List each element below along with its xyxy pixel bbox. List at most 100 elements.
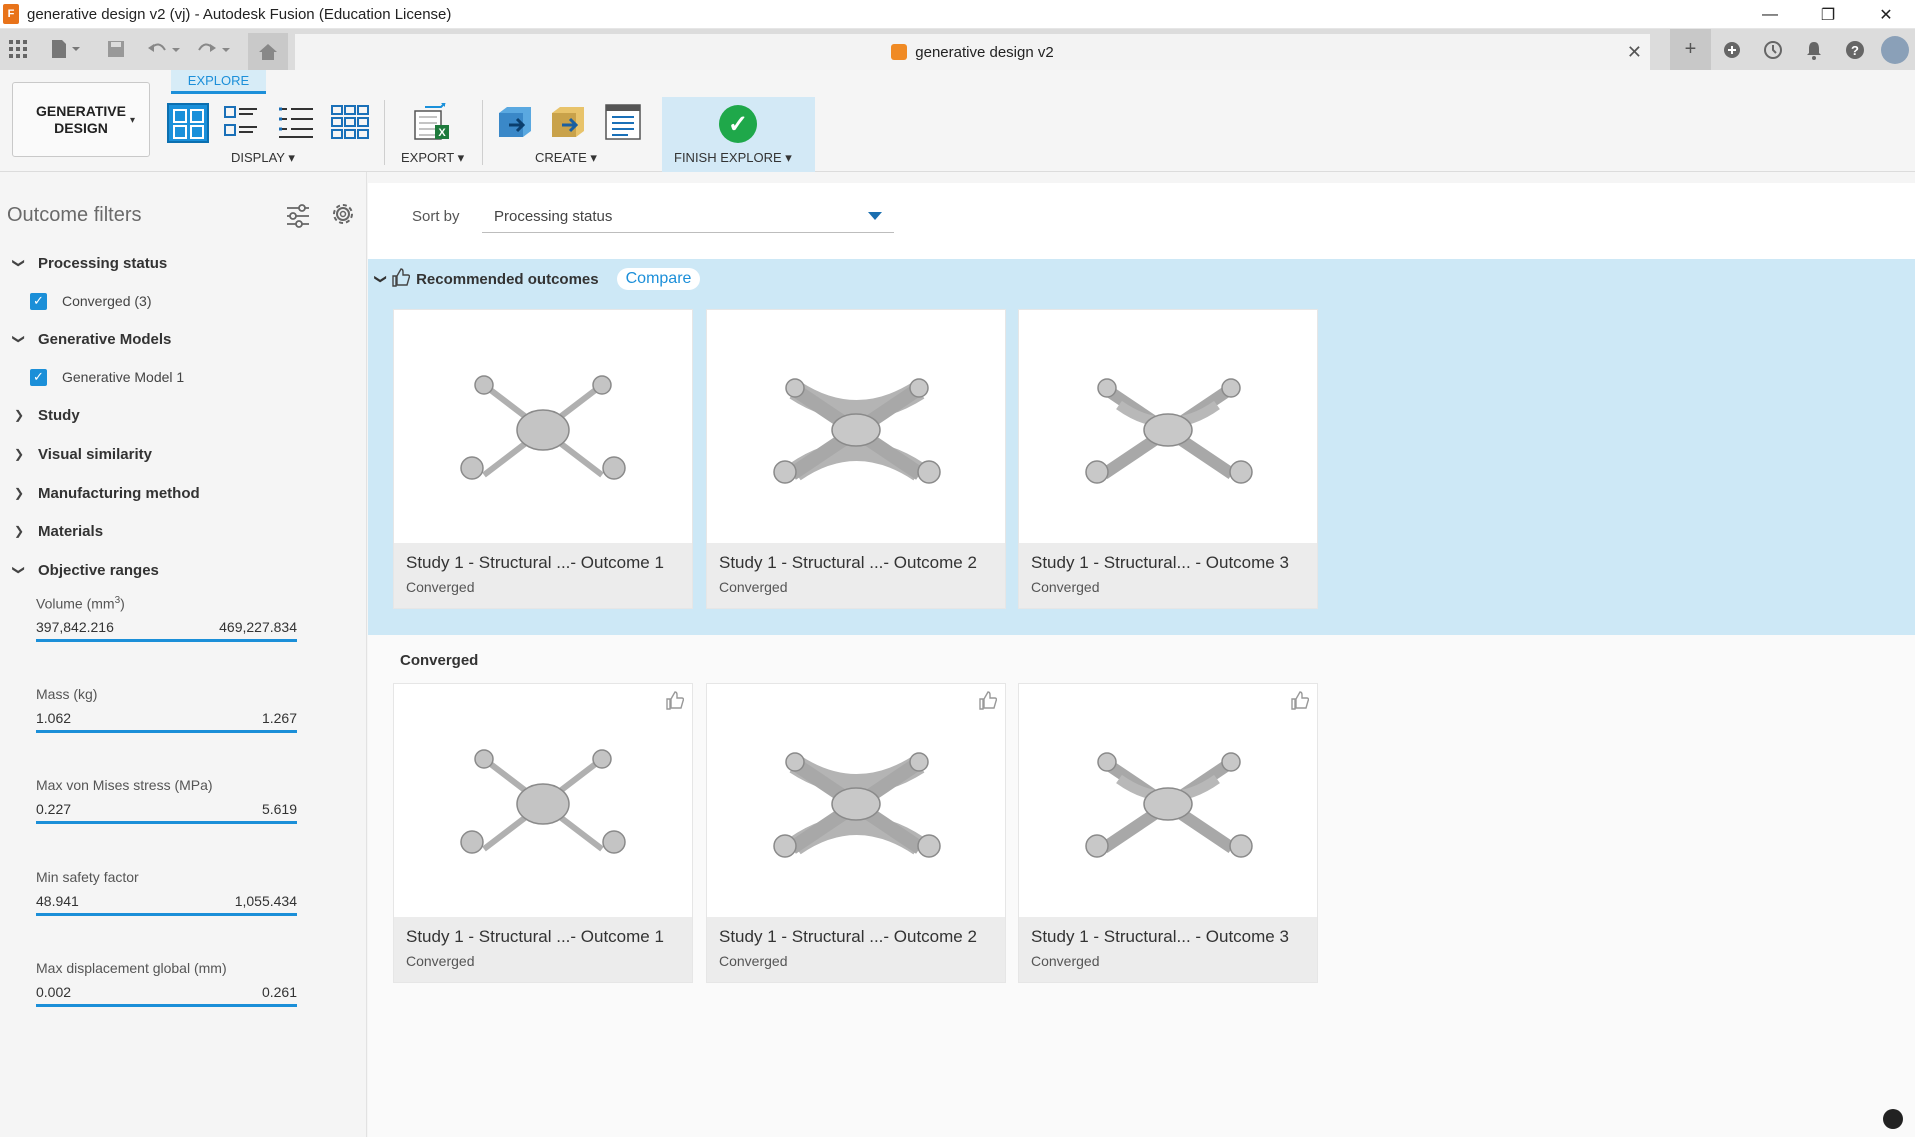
outcome-card[interactable]: Study 1 - Structural ...- Outcome 1 Conv… bbox=[393, 309, 693, 609]
range-slider[interactable] bbox=[36, 730, 297, 733]
sort-bar: Sort by Processing status bbox=[368, 183, 1915, 259]
workspace-label: GENERATIVE DESIGN bbox=[36, 102, 126, 136]
range-max-displacement[interactable]: Max displacement global (mm) 0.002 0.261 bbox=[36, 960, 297, 1030]
section-visual-similarity[interactable]: ❯ Visual similarity bbox=[12, 442, 152, 466]
recommended-outcomes-title: Recommended outcomes bbox=[416, 270, 599, 288]
user-avatar[interactable] bbox=[1881, 35, 1909, 64]
outcome-title: Study 1 - Structural ...- Outcome 1 bbox=[406, 927, 664, 946]
outcome-card[interactable]: Study 1 - Structural ...- Outcome 2 Conv… bbox=[706, 683, 1006, 983]
file-menu-icon[interactable] bbox=[48, 37, 84, 61]
range-min-input[interactable]: 1.062 bbox=[36, 710, 71, 726]
range-min-safety-factor[interactable]: Min safety factor 48.941 1,055.434 bbox=[36, 869, 297, 939]
converged-group-title: Converged bbox=[400, 652, 479, 669]
outcome-thumbnail bbox=[394, 684, 692, 917]
thumbs-up-icon[interactable] bbox=[979, 690, 998, 715]
range-slider[interactable] bbox=[36, 1004, 297, 1007]
chevron-down-icon[interactable]: ❯ bbox=[374, 274, 388, 284]
restore-button[interactable]: ❐ bbox=[1799, 0, 1857, 29]
outcome-card[interactable]: Study 1 - Structural... - Outcome 3 Conv… bbox=[1018, 683, 1318, 983]
range-max-input[interactable]: 5.619 bbox=[262, 801, 297, 817]
close-tab-button[interactable]: ✕ bbox=[1627, 42, 1642, 63]
chevron-down-icon: ❯ bbox=[12, 257, 26, 269]
help-icon[interactable]: ? bbox=[1834, 29, 1875, 70]
chevron-down-icon: ❯ bbox=[12, 564, 26, 576]
notifications-bell-icon[interactable] bbox=[1793, 29, 1834, 70]
list-view-icon[interactable] bbox=[275, 103, 317, 143]
thumbs-up-icon[interactable] bbox=[1291, 690, 1310, 715]
range-max-input[interactable]: 1.267 bbox=[262, 710, 297, 726]
section-study[interactable]: ❯ Study bbox=[12, 403, 80, 427]
range-max-input[interactable]: 1,055.434 bbox=[235, 893, 297, 909]
section-objective-ranges[interactable]: ❯ Objective ranges bbox=[12, 558, 159, 582]
feedback-icon[interactable] bbox=[1883, 1109, 1903, 1129]
chevron-right-icon: ❯ bbox=[13, 486, 25, 500]
outcome-status: Converged bbox=[406, 953, 475, 969]
range-max-von-mises-stress[interactable]: Max von Mises stress (MPa) 0.227 5.619 bbox=[36, 777, 297, 847]
section-generative-models[interactable]: ❯ Generative Models bbox=[12, 327, 171, 351]
toolbar-ribbon: GENERATIVE DESIGN ▾ EXPLORE DISPLAY ▾ X … bbox=[0, 70, 1915, 172]
outcome-card[interactable]: Study 1 - Structural ...- Outcome 1 Conv… bbox=[393, 683, 693, 983]
section-label: Visual similarity bbox=[38, 445, 152, 463]
create-report-icon[interactable] bbox=[602, 103, 644, 143]
home-icon[interactable] bbox=[248, 33, 288, 70]
range-min-input[interactable]: 0.227 bbox=[36, 801, 71, 817]
range-min-input[interactable]: 397,842.216 bbox=[36, 619, 114, 635]
ribbon-separator bbox=[482, 100, 483, 165]
checkbox-checked-icon: ✓ bbox=[30, 292, 47, 310]
sort-by-dropdown[interactable]: Processing status bbox=[482, 195, 894, 233]
fusion-logo-icon: F bbox=[3, 4, 19, 24]
workspace-switcher-button[interactable]: GENERATIVE DESIGN ▾ bbox=[12, 82, 150, 157]
create-mesh-from-outcome-icon[interactable] bbox=[548, 103, 590, 143]
app-grid-icon[interactable] bbox=[6, 37, 30, 61]
job-status-icon[interactable] bbox=[1752, 29, 1793, 70]
display-menu-label[interactable]: DISPLAY ▾ bbox=[231, 150, 295, 166]
sort-by-value: Processing status bbox=[494, 208, 613, 225]
range-min-input[interactable]: 48.941 bbox=[36, 893, 79, 909]
section-processing-status[interactable]: ❯ Processing status bbox=[12, 251, 167, 275]
thumbs-up-icon[interactable] bbox=[666, 690, 685, 715]
range-volume[interactable]: Volume (mm3) 397,842.216 469,227.834 bbox=[36, 595, 297, 665]
create-design-from-outcome-icon[interactable] bbox=[495, 103, 537, 143]
new-tab-icon[interactable]: + bbox=[1670, 29, 1711, 70]
range-label: Min safety factor bbox=[36, 869, 139, 885]
create-menu-label[interactable]: CREATE ▾ bbox=[535, 150, 597, 166]
outcome-thumbnail bbox=[1019, 684, 1317, 917]
thumbnail-properties-view-icon[interactable] bbox=[221, 103, 263, 143]
checkbox-label: Generative Model 1 bbox=[62, 369, 185, 385]
undo-icon[interactable] bbox=[146, 37, 182, 61]
range-mass[interactable]: Mass (kg) 1.062 1.267 bbox=[36, 686, 297, 756]
export-excel-icon[interactable]: X bbox=[411, 102, 453, 143]
compare-button[interactable]: Compare bbox=[616, 268, 701, 290]
range-slider[interactable] bbox=[36, 639, 297, 642]
save-icon[interactable] bbox=[104, 37, 128, 61]
section-manufacturing-method[interactable]: ❯ Manufacturing method bbox=[12, 481, 200, 505]
range-slider[interactable] bbox=[36, 821, 297, 824]
export-menu-label[interactable]: EXPORT ▾ bbox=[401, 150, 464, 166]
filter-converged-checkbox[interactable]: ✓ Converged (3) bbox=[30, 290, 152, 312]
large-thumbnail-view-icon[interactable] bbox=[167, 103, 209, 143]
range-min-input[interactable]: 0.002 bbox=[36, 984, 71, 1000]
outcome-thumbnail bbox=[707, 310, 1005, 543]
range-slider[interactable] bbox=[36, 913, 297, 916]
gear-icon[interactable] bbox=[329, 200, 357, 228]
outcome-card[interactable]: Study 1 - Structural... - Outcome 3 Conv… bbox=[1018, 309, 1318, 609]
chevron-right-icon: ❯ bbox=[13, 408, 25, 422]
close-window-button[interactable]: ✕ bbox=[1857, 0, 1915, 29]
range-max-input[interactable]: 469,227.834 bbox=[219, 619, 297, 635]
section-materials[interactable]: ❯ Materials bbox=[12, 519, 103, 543]
extensions-icon[interactable] bbox=[1711, 29, 1752, 70]
minimize-button[interactable]: — bbox=[1741, 0, 1799, 29]
outcome-title: Study 1 - Structural... - Outcome 3 bbox=[1031, 553, 1289, 572]
chevron-right-icon: ❯ bbox=[13, 524, 25, 538]
range-max-input[interactable]: 0.261 bbox=[262, 984, 297, 1000]
sort-by-label: Sort by bbox=[412, 208, 460, 225]
outcome-card[interactable]: Study 1 - Structural ...- Outcome 2 Conv… bbox=[706, 309, 1006, 609]
table-view-icon[interactable] bbox=[329, 103, 371, 143]
document-tab[interactable]: generative design v2 ✕ bbox=[295, 34, 1650, 70]
filter-sliders-icon[interactable] bbox=[284, 202, 312, 230]
tab-explore[interactable]: EXPLORE bbox=[171, 70, 266, 94]
filter-generative-model-checkbox[interactable]: ✓ Generative Model 1 bbox=[30, 366, 184, 388]
redo-icon[interactable] bbox=[196, 37, 232, 61]
finish-explore-button[interactable]: ✓ FINISH EXPLORE ▾ bbox=[662, 97, 815, 172]
outcome-title: Study 1 - Structural ...- Outcome 1 bbox=[406, 553, 664, 572]
